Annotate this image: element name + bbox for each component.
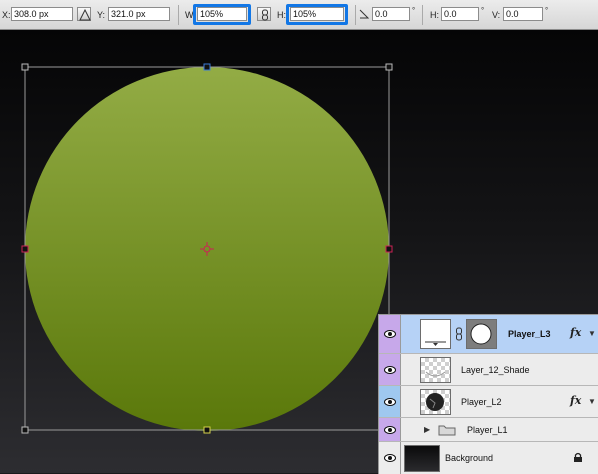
skew-v-label: V: xyxy=(492,10,501,20)
mask-circle-shape xyxy=(470,323,492,345)
y-label: Y: xyxy=(97,10,106,20)
layer-visibility-toggle[interactable] xyxy=(379,315,401,353)
layer-name[interactable]: Background xyxy=(445,453,493,463)
layer-visibility-toggle[interactable] xyxy=(379,418,401,441)
x-label: X: xyxy=(2,10,11,20)
skew-h-field[interactable]: 0.0 xyxy=(441,7,479,21)
width-percent-field[interactable]: 105% xyxy=(197,7,247,21)
layers-panel: Player_L3 fx ▼ Layer_12_Shade Player_L2 … xyxy=(378,314,598,474)
skew-h-unit: ° xyxy=(481,6,485,15)
layer-effects-icon[interactable]: fx xyxy=(570,326,581,339)
handle-top-left[interactable] xyxy=(21,63,29,71)
handle-bottom-center[interactable] xyxy=(203,426,211,434)
layer-row-player-l3[interactable]: Player_L3 fx ▼ xyxy=(379,315,598,354)
handle-bottom-left[interactable] xyxy=(21,426,29,434)
handle-top-right[interactable] xyxy=(385,63,393,71)
expand-effects-toggle[interactable]: ▼ xyxy=(588,397,596,406)
layer-name[interactable]: Player_L1 xyxy=(467,425,508,435)
chain-link-icon xyxy=(262,9,268,21)
layer-effects-icon[interactable]: fx xyxy=(570,394,581,407)
eye-icon xyxy=(384,397,396,406)
green-circle-layer[interactable] xyxy=(25,67,389,431)
handle-middle-right[interactable] xyxy=(385,245,393,253)
separator xyxy=(178,5,179,25)
layer-row-player-l2[interactable]: Player_L2 fx ▼ xyxy=(379,386,598,418)
expand-effects-toggle[interactable]: ▼ xyxy=(588,329,596,338)
layer-thumbnail xyxy=(420,389,451,415)
layer-name[interactable]: Player_L3 xyxy=(508,329,551,339)
delta-icon xyxy=(79,9,91,21)
layer-row-layer-12-shade[interactable]: Layer_12_Shade xyxy=(379,354,598,386)
ball-thumb-art xyxy=(426,393,444,411)
eye-icon xyxy=(384,330,396,338)
layer-thumb-art xyxy=(425,341,446,346)
rotate-field[interactable]: 0.0 xyxy=(372,7,410,21)
maintain-aspect-ratio-button[interactable] xyxy=(257,7,271,21)
layer-visibility-toggle[interactable] xyxy=(379,386,401,417)
layer-visibility-toggle[interactable] xyxy=(379,354,401,385)
transform-options-bar: X: 308.0 px Y: 321.0 px W: 105% H: 105% … xyxy=(0,0,598,30)
layer-row-background[interactable]: Background xyxy=(379,442,598,474)
layer-thumbnail xyxy=(420,319,451,349)
separator xyxy=(355,5,356,25)
rotate-icon xyxy=(359,9,370,19)
skew-h-label: H: xyxy=(430,10,439,20)
y-position-field[interactable]: 321.0 px xyxy=(108,7,170,21)
relative-position-toggle[interactable] xyxy=(77,7,91,21)
separator xyxy=(422,5,423,25)
handle-middle-left[interactable] xyxy=(21,245,29,253)
layer-thumbnail xyxy=(404,445,440,472)
height-percent-field[interactable]: 105% xyxy=(290,7,344,21)
layer-mask-thumbnail[interactable] xyxy=(466,319,497,349)
skew-v-unit: ° xyxy=(545,6,549,15)
group-expand-triangle[interactable]: ▶ xyxy=(424,425,430,434)
folder-icon xyxy=(438,425,456,436)
eye-icon xyxy=(384,454,396,462)
h-label: H: xyxy=(277,10,286,20)
layer-row-player-l1[interactable]: ▶ Player_L1 xyxy=(379,418,598,442)
shade-thumb-art xyxy=(425,371,446,377)
rotate-unit: ° xyxy=(412,6,416,15)
eye-icon xyxy=(384,425,396,434)
mask-link-icon[interactable] xyxy=(455,327,463,341)
handle-top-center[interactable] xyxy=(203,63,211,71)
layer-name[interactable]: Layer_12_Shade xyxy=(461,365,530,375)
layer-visibility-toggle[interactable] xyxy=(379,442,401,474)
layer-thumbnail xyxy=(420,357,451,383)
x-position-field[interactable]: 308.0 px xyxy=(11,7,73,21)
skew-v-field[interactable]: 0.0 xyxy=(503,7,543,21)
layer-name[interactable]: Player_L2 xyxy=(461,397,502,407)
lock-icon xyxy=(574,452,582,462)
eye-icon xyxy=(384,365,396,374)
